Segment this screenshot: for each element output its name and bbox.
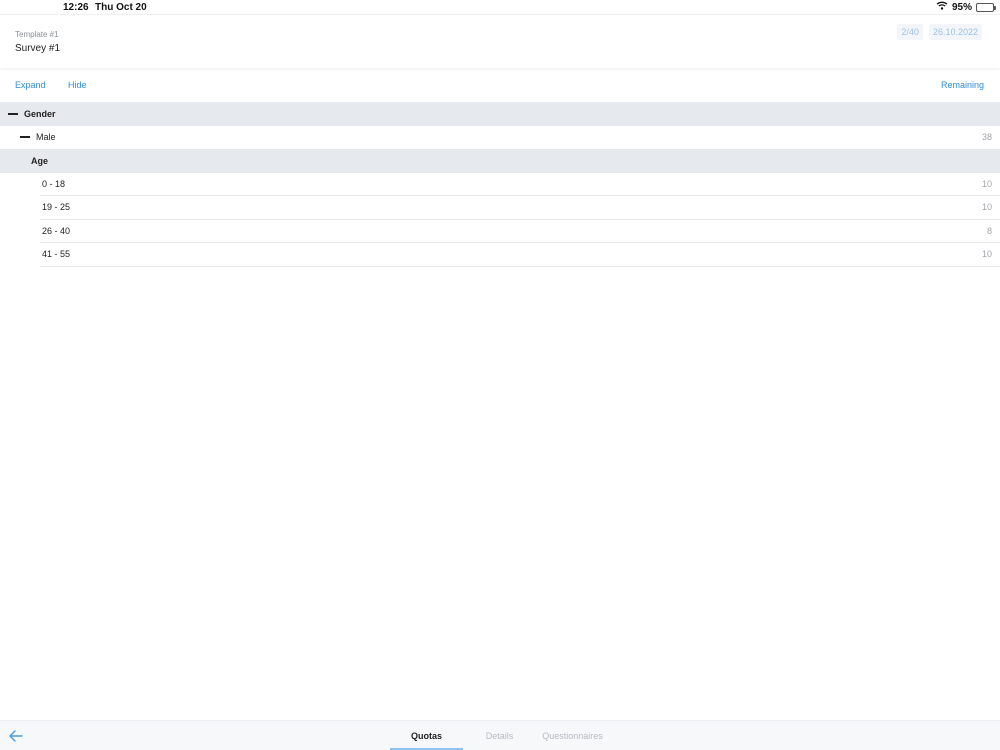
- tree-row-age[interactable]: Age: [0, 149, 1000, 173]
- tab-details[interactable]: Details: [463, 721, 536, 750]
- tab-label: Quotas: [410, 731, 442, 741]
- tab-label: Questionnaires: [542, 731, 603, 741]
- battery-percent: 95%: [951, 1, 972, 13]
- row-label: 26 - 40: [42, 225, 71, 236]
- action-bar: Expand Hide Remaining: [0, 75, 1000, 97]
- tree-row-age-range[interactable]: 26 - 40 8: [40, 220, 1000, 243]
- row-count: 38: [981, 132, 992, 143]
- status-time: 12:26: [63, 2, 89, 13]
- row-label: 41 - 55: [42, 249, 71, 260]
- tab-label: Details: [485, 731, 514, 741]
- quota-tree: Gender Male 38 Age 0 - 18 10 19 - 25 10 …: [0, 102, 1000, 267]
- back-arrow-icon[interactable]: [8, 729, 24, 743]
- row-label: Gender: [24, 108, 56, 119]
- status-bar: 12:26 Thu Oct 20 95%: [0, 0, 1000, 14]
- survey-title: Survey #1: [15, 43, 61, 54]
- remaining-button[interactable]: Remaining: [941, 80, 984, 90]
- template-name: Template #1: [15, 30, 59, 39]
- tree-row-male[interactable]: Male 38: [0, 126, 1000, 150]
- header-badges: 2/40 26.10.2022: [897, 24, 982, 40]
- row-label: 0 - 18: [42, 178, 66, 189]
- expand-button[interactable]: Expand: [15, 80, 46, 90]
- survey-header: Template #1 Survey #1 2/40 26.10.2022: [0, 14, 1000, 68]
- tab-quotas[interactable]: Quotas: [390, 721, 463, 750]
- row-count: 10: [981, 178, 992, 189]
- tree-row-gender[interactable]: Gender: [0, 102, 1000, 126]
- tree-row-age-range[interactable]: 41 - 55 10: [40, 243, 1000, 267]
- tab-questionnaires[interactable]: Questionnaires: [536, 721, 609, 750]
- status-right: 95%: [936, 1, 996, 13]
- hide-button[interactable]: Hide: [68, 80, 87, 90]
- tree-row-age-range[interactable]: 0 - 18 10: [40, 173, 1000, 196]
- row-count: 10: [981, 249, 992, 260]
- date-badge: 26.10.2022: [928, 24, 982, 40]
- row-count: 10: [981, 202, 992, 213]
- battery-icon: [976, 2, 996, 12]
- wifi-icon: [936, 1, 948, 13]
- collapse-icon[interactable]: [20, 136, 30, 139]
- bottom-tab-bar: Quotas Details Questionnaires: [0, 720, 1000, 750]
- row-count: 8: [986, 225, 992, 236]
- row-label: Male: [36, 132, 56, 143]
- page: 12:26 Thu Oct 20 95% Template #1 Survey …: [0, 0, 1000, 750]
- status-date: Thu Oct 20: [95, 2, 147, 13]
- tree-row-age-range[interactable]: 19 - 25 10: [40, 196, 1000, 220]
- row-label: 19 - 25: [42, 202, 71, 213]
- row-label: Age: [31, 155, 49, 166]
- collapse-icon[interactable]: [8, 112, 18, 115]
- progress-badge: 2/40: [897, 24, 923, 40]
